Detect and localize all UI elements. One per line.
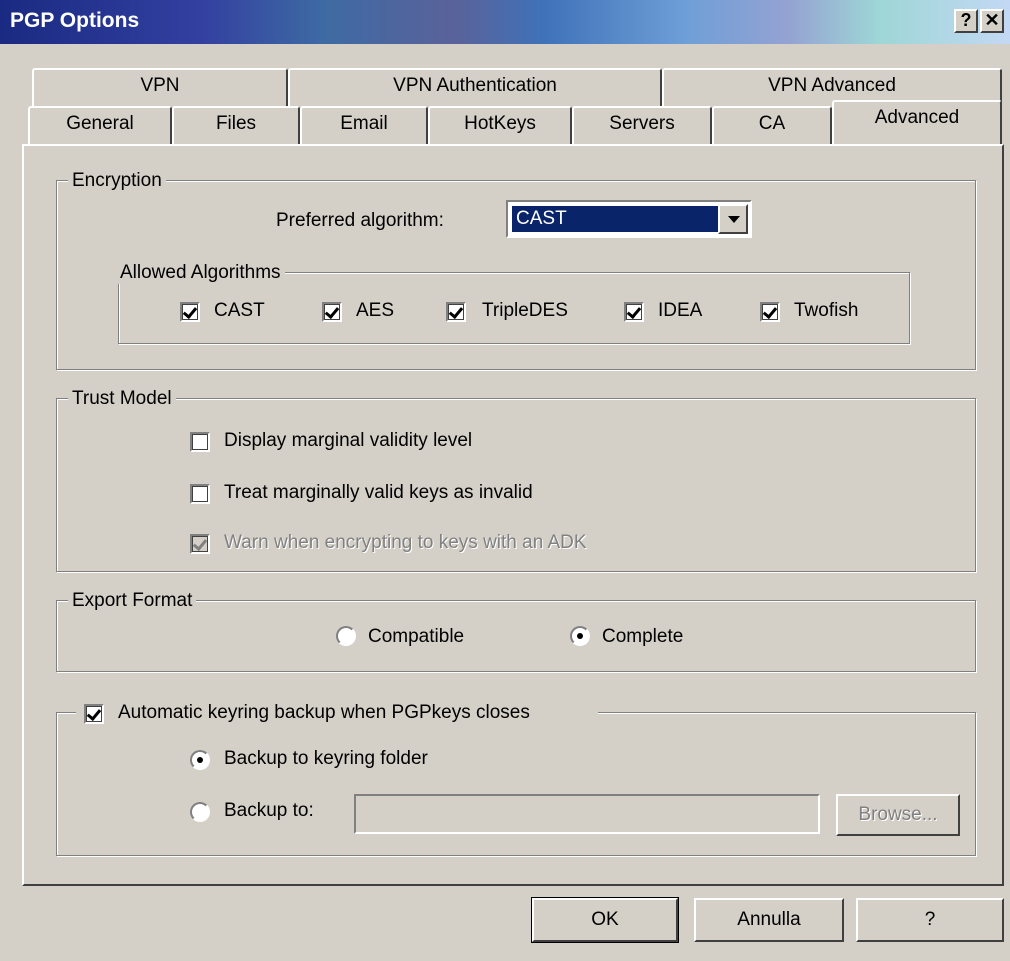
tab-servers[interactable]: Servers xyxy=(572,106,712,144)
auto-backup-label: Automatic keyring backup when PGPkeys cl… xyxy=(118,702,530,723)
tab-hotkeys[interactable]: HotKeys xyxy=(428,106,572,144)
tripledes-checkbox[interactable] xyxy=(446,302,466,322)
title-bar: PGP Options ? ✕ xyxy=(0,0,1010,46)
tab-general[interactable]: General xyxy=(28,106,172,144)
complete-radio[interactable] xyxy=(570,626,590,646)
idea-checkbox[interactable] xyxy=(624,302,644,322)
compatible-radio[interactable] xyxy=(336,626,356,646)
backup-folder-label: Backup to keyring folder xyxy=(224,748,428,769)
auto-backup-checkbox[interactable] xyxy=(84,704,104,724)
tab-vpn[interactable]: VPN xyxy=(32,68,288,106)
aes-checkbox[interactable] xyxy=(322,302,342,322)
allowed-algorithms-legend: Allowed Algorithms xyxy=(116,262,285,284)
help-button[interactable]: ? xyxy=(856,898,1004,942)
cast-label: CAST xyxy=(214,300,265,321)
window-title: PGP Options xyxy=(10,9,140,32)
encryption-legend: Encryption xyxy=(68,170,166,192)
compatible-label: Compatible xyxy=(368,626,465,647)
backup-to-radio[interactable] xyxy=(190,802,210,822)
trust-model-legend: Trust Model xyxy=(68,388,176,410)
ok-button[interactable]: OK xyxy=(531,897,679,943)
tab-ca[interactable]: CA xyxy=(712,106,832,144)
backup-to-label: Backup to: xyxy=(224,800,314,821)
warn-adk-label: Warn when encrypting to keys with an ADK xyxy=(224,532,587,553)
help-title-button[interactable]: ? xyxy=(954,9,978,33)
warn-adk-checkbox xyxy=(190,534,210,554)
cast-checkbox[interactable] xyxy=(180,302,200,322)
chevron-down-icon[interactable] xyxy=(718,204,748,234)
tripledes-label: TripleDES xyxy=(482,300,568,321)
complete-label: Complete xyxy=(602,626,684,647)
treat-marginal-checkbox[interactable] xyxy=(190,484,210,504)
browse-button[interactable]: Browse... xyxy=(836,794,960,836)
tab-vpn-authentication[interactable]: VPN Authentication xyxy=(288,68,662,106)
export-format-legend: Export Format xyxy=(68,590,197,612)
preferred-algorithm-label: Preferred algorithm: xyxy=(276,210,444,231)
tab-email[interactable]: Email xyxy=(300,106,428,144)
treat-marginal-label: Treat marginally valid keys as invalid xyxy=(224,482,533,503)
backup-folder-radio[interactable] xyxy=(190,750,210,770)
close-button[interactable]: ✕ xyxy=(980,9,1004,33)
backup-path-input[interactable] xyxy=(354,794,820,834)
aes-label: AES xyxy=(356,300,395,321)
display-marginal-checkbox[interactable] xyxy=(190,432,210,452)
display-marginal-label: Display marginal validity level xyxy=(224,430,473,451)
idea-label: IDEA xyxy=(658,300,703,321)
tab-files[interactable]: Files xyxy=(172,106,300,144)
twofish-label: Twofish xyxy=(794,300,859,321)
twofish-checkbox[interactable] xyxy=(760,302,780,322)
tab-advanced[interactable]: Advanced xyxy=(832,100,1002,144)
preferred-algorithm-value: CAST xyxy=(512,206,720,232)
preferred-algorithm-select[interactable]: CAST xyxy=(506,200,752,238)
cancel-button[interactable]: Annulla xyxy=(694,898,844,942)
